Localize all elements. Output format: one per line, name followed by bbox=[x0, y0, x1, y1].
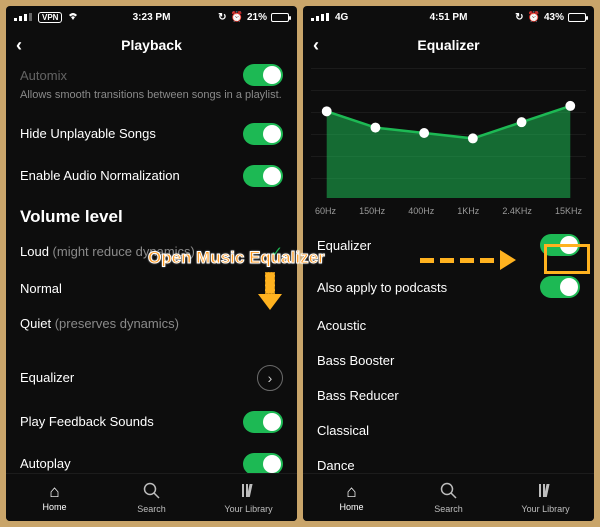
header: ‹ Equalizer bbox=[303, 28, 594, 62]
home-icon: ⌂ bbox=[49, 483, 59, 500]
feedback-toggle[interactable] bbox=[243, 411, 283, 433]
volume-section-title: Volume level bbox=[6, 197, 297, 233]
eq-freq-labels: 60Hz 150Hz 400Hz 1KHz 2.4KHz 15KHz bbox=[303, 202, 594, 224]
page-title: Playback bbox=[121, 37, 182, 53]
carrier-text: 4G bbox=[335, 12, 348, 23]
battery-text: 43% bbox=[544, 12, 564, 23]
back-button[interactable]: ‹ bbox=[313, 35, 319, 56]
callout-text: Open Music Equalizer bbox=[148, 248, 325, 268]
status-time: 4:51 PM bbox=[430, 12, 468, 23]
alarm-icon: ⏰ bbox=[528, 12, 540, 23]
preset-dance[interactable]: Dance bbox=[303, 448, 594, 473]
tab-search[interactable]: Search bbox=[400, 474, 497, 521]
tab-library[interactable]: Your Library bbox=[497, 474, 594, 521]
autoplay-label: Autoplay bbox=[20, 456, 71, 471]
status-bar: 4G 4:51 PM ↻ ⏰ 43% bbox=[303, 6, 594, 28]
tab-library[interactable]: Your Library bbox=[200, 474, 297, 521]
library-icon bbox=[537, 482, 554, 502]
search-icon bbox=[143, 482, 160, 502]
equalizer-chart[interactable] bbox=[311, 68, 586, 198]
automix-toggle[interactable] bbox=[243, 64, 283, 86]
library-icon bbox=[240, 482, 257, 502]
podcasts-toggle[interactable] bbox=[540, 276, 580, 298]
alarm-icon: ⏰ bbox=[231, 12, 243, 23]
back-button[interactable]: ‹ bbox=[16, 35, 22, 56]
audio-normalization-toggle[interactable] bbox=[243, 165, 283, 187]
search-icon bbox=[440, 482, 457, 502]
callout-highlight bbox=[544, 244, 590, 274]
equalizer-row[interactable]: Equalizer › bbox=[6, 355, 297, 401]
battery-icon bbox=[568, 13, 586, 22]
status-time: 3:23 PM bbox=[133, 12, 171, 23]
header: ‹ Playback bbox=[6, 28, 297, 62]
autoplay-toggle[interactable] bbox=[243, 453, 283, 473]
audio-normalization-label: Enable Audio Normalization bbox=[20, 168, 180, 183]
status-bar: VPN 3:23 PM ↻ ⏰ 21% bbox=[6, 6, 297, 28]
signal-icon bbox=[311, 13, 331, 21]
wifi-icon bbox=[66, 11, 80, 24]
home-icon: ⌂ bbox=[346, 483, 356, 500]
feedback-label: Play Feedback Sounds bbox=[20, 414, 154, 429]
preset-classical[interactable]: Classical bbox=[303, 413, 594, 448]
tab-search[interactable]: Search bbox=[103, 474, 200, 521]
tab-home[interactable]: ⌂ Home bbox=[303, 474, 400, 521]
hide-unplayable-toggle[interactable] bbox=[243, 123, 283, 145]
callout-arrow-right bbox=[420, 250, 516, 270]
lock-icon: ↻ bbox=[218, 12, 226, 23]
volume-option-quiet[interactable]: Quiet (preserves dynamics) bbox=[6, 306, 297, 341]
preset-bass-booster[interactable]: Bass Booster bbox=[303, 343, 594, 378]
callout-arrow-down bbox=[258, 272, 282, 312]
battery-icon bbox=[271, 13, 289, 22]
volume-option-normal[interactable]: Normal bbox=[6, 271, 297, 306]
tabbar: ⌂ Home Search Your Library bbox=[6, 473, 297, 521]
hide-unplayable-label: Hide Unplayable Songs bbox=[20, 126, 156, 141]
preset-bass-reducer[interactable]: Bass Reducer bbox=[303, 378, 594, 413]
vpn-badge: VPN bbox=[38, 12, 62, 23]
equalizer-toggle-label: Equalizer bbox=[317, 238, 371, 253]
preset-acoustic[interactable]: Acoustic bbox=[303, 308, 594, 343]
page-title: Equalizer bbox=[417, 37, 479, 53]
automix-row-label: Automix bbox=[20, 68, 67, 83]
lock-icon: ↻ bbox=[515, 12, 523, 23]
podcasts-toggle-label: Also apply to podcasts bbox=[317, 280, 447, 295]
battery-text: 21% bbox=[247, 12, 267, 23]
automix-desc: Allows smooth transitions between songs … bbox=[6, 88, 297, 113]
signal-icon bbox=[14, 13, 34, 21]
tabbar: ⌂ Home Search Your Library bbox=[303, 473, 594, 521]
tab-home[interactable]: ⌂ Home bbox=[6, 474, 103, 521]
chevron-right-icon[interactable]: › bbox=[257, 365, 283, 391]
